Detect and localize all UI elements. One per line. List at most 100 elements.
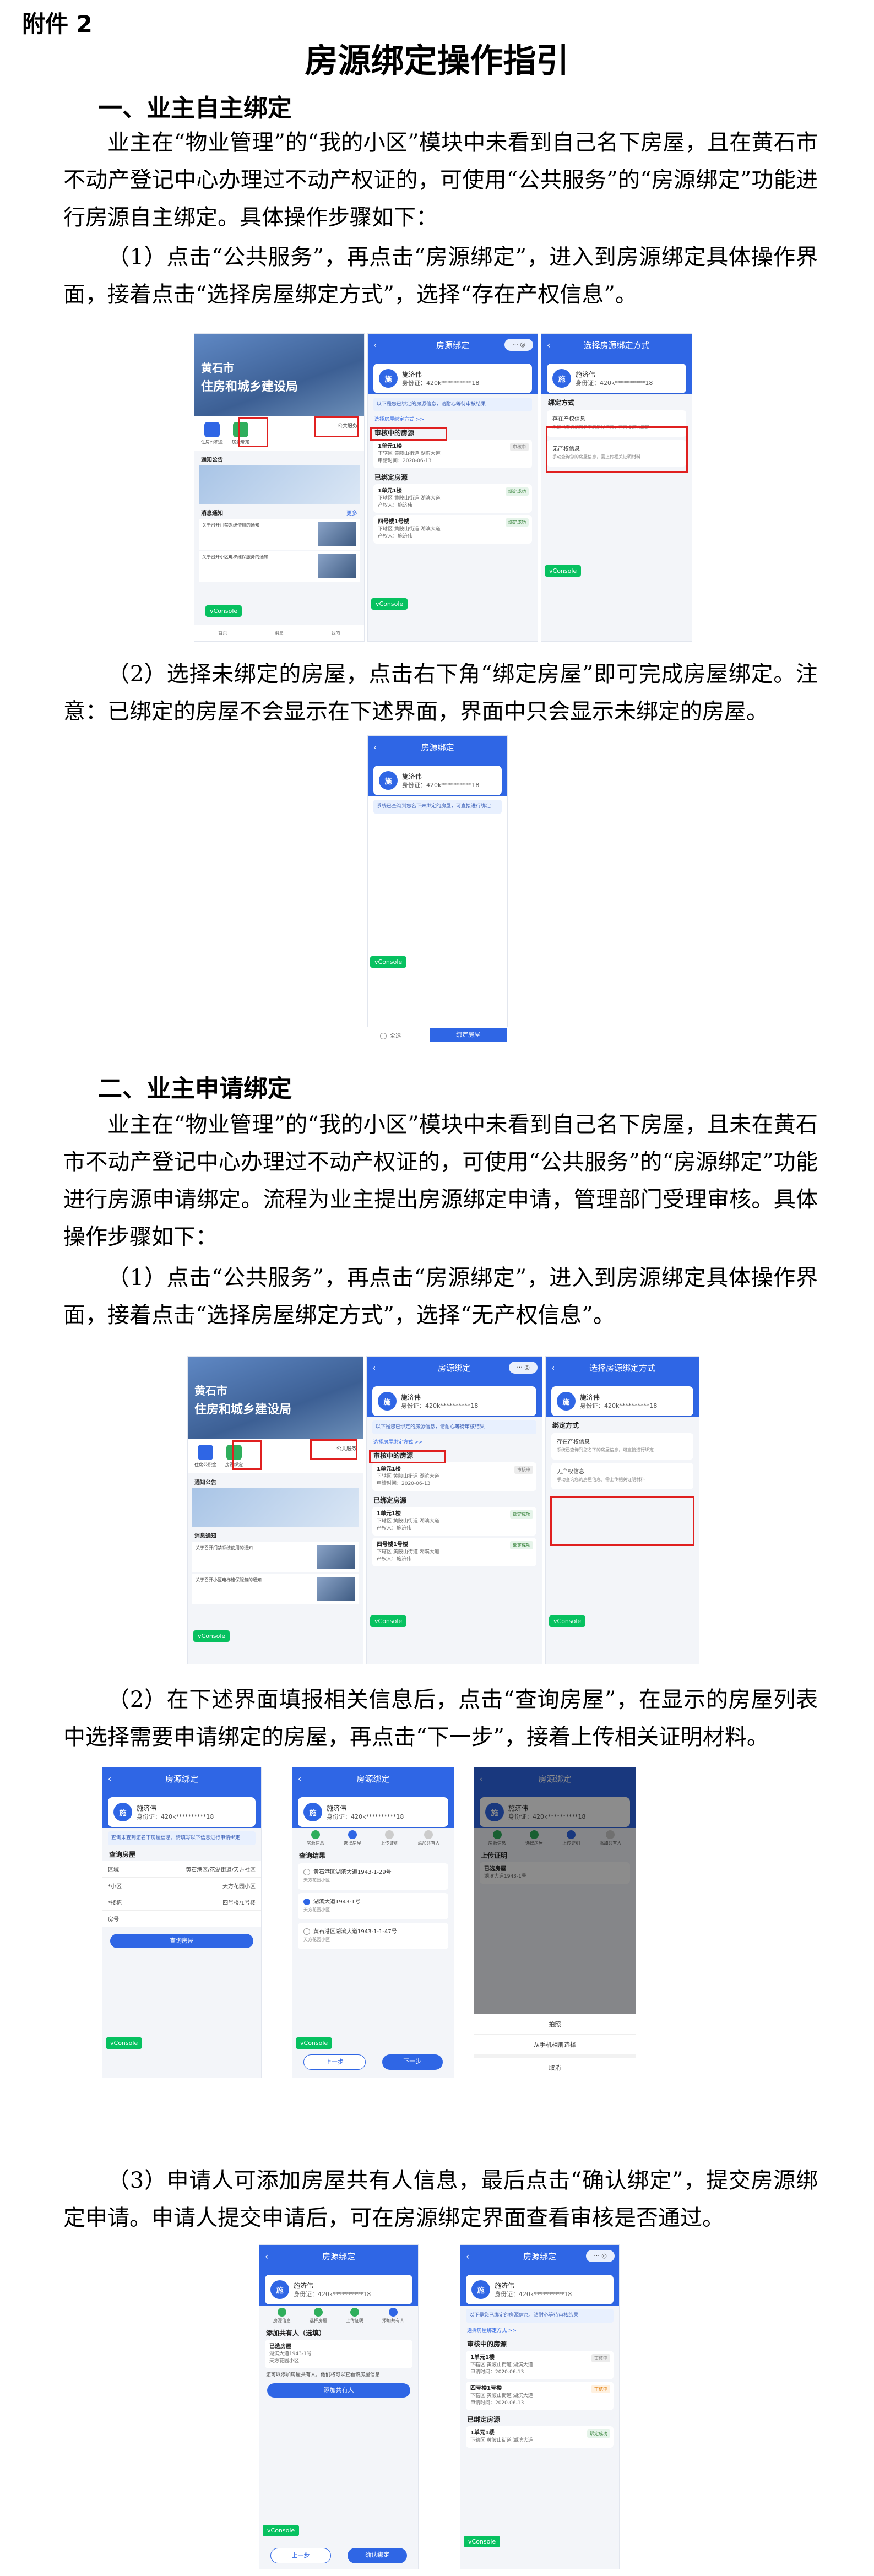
news-heading: 消息通知: [201, 511, 223, 517]
screenshot-bind-status: ‹ 房源绑定 ··· ◎ 施施济伟 身份证：420k**********18 以下是您…: [460, 2244, 620, 2569]
back-icon[interactable]: ‹: [373, 340, 377, 350]
fund-icon: [204, 422, 220, 437]
result-item[interactable]: 湖滨大道1943-1号 天方花园小区: [298, 1893, 448, 1919]
album-option[interactable]: 从手机相册选择: [474, 2034, 636, 2054]
section-1-paragraph-2: （1）点击“公共服务”，再点击“房源绑定”，进入到房源绑定具体操作界面，接着点击…: [63, 245, 818, 307]
house-row[interactable]: 四号楼1号楼 下辖区 黄陂山街道 湖滨大道 产权人：施济伟 绑定成功: [372, 1538, 536, 1566]
house-row[interactable]: 1单元1楼 下辖区 黄陂山街道 湖滨大道 申请时间：2020-06-13 审核中: [373, 440, 532, 468]
house-row[interactable]: 1单元1楼 下辖区 黄陂山街道 湖滨大道 申请时间：2020-06-13 审核中: [466, 2351, 614, 2379]
user-card: 施 施济伟 身份证：420k**********18: [373, 364, 532, 393]
cancel-option[interactable]: 取消: [474, 2054, 636, 2078]
user-name: 施济伟: [402, 370, 422, 378]
vconsole-button[interactable]: vConsole: [106, 2037, 143, 2049]
info-tip: 系统已查询到您名下未绑定的房屋，可直接进行绑定: [373, 800, 502, 814]
option-has-title[interactable]: 存在产权信息 系统已查询到您名下的房屋信息，可直接进行绑定: [551, 1433, 693, 1460]
confirm-bind-button[interactable]: 确认绑定: [348, 2548, 407, 2563]
vconsole-button[interactable]: vConsole: [370, 1615, 407, 1627]
checkbox-icon: [380, 1033, 387, 1039]
vconsole-button[interactable]: vConsole: [549, 1615, 586, 1627]
nav-title: 选择房源绑定方式: [583, 340, 650, 350]
method-heading: 绑定方式: [548, 399, 575, 406]
screenshot-home: 黄石市 住房和城乡建设局 住房公积金 房源绑定 公共服务 通知公告 消息通知 更多…: [194, 333, 365, 642]
vconsole-button[interactable]: vConsole: [193, 1630, 230, 1642]
page-title: 房源绑定操作指引: [305, 42, 569, 80]
highlight-option-no: [550, 1496, 694, 1546]
avatar: 施: [379, 771, 398, 790]
section-2-paragraph-3: （2）在下述界面填报相关信息后，点击“查询房屋”，在显示的房屋列表中选择需要申请…: [63, 1687, 818, 1750]
vconsole-button[interactable]: vConsole: [545, 565, 582, 577]
action-sheet: 拍照 从手机相册选择 取消: [474, 2014, 636, 2078]
section-2-paragraph-1: 业主在“物业管理”的“我的小区”模块中未看到自己名下房屋，且未在黄石市不动产登记…: [63, 1112, 818, 1250]
user-id: 身份证：420k**********18: [402, 379, 480, 387]
result-item[interactable]: 黄石港区湖滨大道1943-1-1-47号 天方花园小区: [298, 1923, 448, 1949]
icon-fund[interactable]: 住房公积金: [201, 422, 223, 445]
back-icon[interactable]: ‹: [373, 742, 377, 752]
section-1-paragraph-3: （2）选择未绑定的房屋，点击右下角“绑定房屋”即可完成房屋绑定。注意：已绑定的房…: [63, 661, 818, 724]
vconsole-button[interactable]: vConsole: [296, 2037, 333, 2049]
highlight-house-bind: [238, 417, 268, 447]
news-item[interactable]: 关于召开门禁系统使用的通知: [192, 1542, 359, 1572]
choose-method-link[interactable]: 选择房屋绑定方式 >>: [374, 416, 531, 424]
house-row[interactable]: 四号楼1号楼 下辖区 黄陂山街道 湖滨大道 申请时间：2020-06-13 审核中: [466, 2382, 614, 2410]
room-field[interactable]: 房号: [102, 1911, 261, 1927]
highlight-house-bind: [232, 1440, 262, 1470]
notice-heading: 通知公告: [201, 457, 223, 463]
house-row[interactable]: 1单元1楼 下辖区 黄陂山街道 湖滨大道 产权人：施济伟 绑定成功: [373, 484, 532, 513]
result-item[interactable]: 黄石港区湖滨大道1943-1-29号 天方花园小区: [298, 1863, 448, 1890]
query-house-button[interactable]: 查询房屋: [110, 1934, 253, 1948]
section-1-paragraph-1: 业主在“物业管理”的“我的小区”模块中未看到自己名下房屋，且在黄石市不动产登记中…: [63, 130, 818, 230]
avatar: 施: [552, 369, 571, 388]
tab-home[interactable]: 首页: [218, 630, 227, 636]
bound-heading: 已绑定房源: [374, 474, 408, 481]
back-icon[interactable]: ‹: [547, 340, 550, 350]
user-card: 施 施济伟 身份证：420k**********18: [547, 364, 686, 393]
option-no-title[interactable]: 无产权信息 手动查询您的房屋信息，需上传相关证明材料: [551, 1463, 693, 1489]
section-1-heading: 一、业主自主绑定: [98, 94, 292, 122]
hero-banner: 黄石市 住房和城乡建设局: [194, 334, 364, 416]
notice-banner: [199, 465, 360, 504]
icon-fund[interactable]: 住房公积金: [194, 1445, 216, 1468]
estate-field[interactable]: *小区 天方花园小区: [102, 1878, 261, 1894]
news-item[interactable]: 关于召开小区电梯维保服务的通知: [192, 1574, 359, 1604]
area-field[interactable]: 区域 黄石港区/花湖街道/天方社区: [102, 1861, 261, 1878]
vconsole-button[interactable]: vConsole: [205, 605, 242, 617]
screenshot-query-result: ‹ 房源绑定 施施济伟 身份证：420k**********18 房源信息 选择房屋…: [292, 1767, 454, 2078]
house-row[interactable]: 1单元1楼 下辖区 黄陂山街道 湖滨大道 申请时间：2020-06-13 审核中: [372, 1462, 536, 1491]
status-badge: 绑定成功: [506, 518, 529, 527]
vconsole-button[interactable]: vConsole: [371, 598, 408, 610]
fund-icon: [198, 1445, 213, 1460]
news-item[interactable]: 关于召开门禁系统使用的通知: [199, 519, 360, 550]
news-item[interactable]: 关于召开小区电梯维保服务的通知: [199, 551, 360, 582]
prev-button[interactable]: 上一步: [303, 2054, 366, 2070]
screenshot-choose-method-2: ‹ 选择房源绑定方式 施 施济伟 身份证：420k**********18 绑定方式…: [545, 1356, 699, 1664]
nav-title: 房源绑定: [421, 742, 454, 752]
highlight-choose-link: [369, 1450, 446, 1463]
prev-button[interactable]: 上一步: [270, 2548, 331, 2563]
avatar: 施: [379, 369, 398, 388]
highlight-choose-link: [370, 427, 447, 441]
choose-method-link[interactable]: 选择房屋绑定方式 >>: [373, 1439, 535, 1446]
news-thumbnail: [318, 522, 356, 546]
add-coowner-button[interactable]: 添加共有人: [267, 2383, 410, 2398]
next-button[interactable]: 下一步: [382, 2054, 443, 2070]
capsule-menu[interactable]: ··· ◎: [504, 339, 533, 351]
screenshot-query-form: ‹ 房源绑定 施施济伟 身份证：420k**********18 查询未查到您名下房…: [102, 1767, 262, 2078]
tab-message[interactable]: 消息: [275, 630, 284, 636]
bind-house-button[interactable]: 绑定房屋: [430, 1028, 507, 1042]
building-field[interactable]: *楼栋 四号楼/1号楼: [102, 1894, 261, 1911]
vconsole-button[interactable]: vConsole: [464, 2536, 501, 2547]
house-row[interactable]: 1单元1楼 下辖区 黄陂山街道 湖滨大道 产权人：施济伟 绑定成功: [372, 1507, 536, 1536]
news-thumbnail: [318, 554, 356, 578]
vconsole-button[interactable]: vConsole: [370, 956, 407, 968]
house-row[interactable]: 四号楼1号楼 下辖区 黄陂山街道 湖滨大道 产权人：施济伟 绑定成功: [373, 515, 532, 544]
info-tip: 以下是您已绑定的房源信息，请耐心等待审核结果: [373, 398, 532, 411]
highlight-public-service: [310, 1439, 357, 1460]
news-more-link[interactable]: 更多: [346, 508, 357, 517]
take-photo-option[interactable]: 拍照: [474, 2014, 636, 2034]
status-badge: 绑定成功: [506, 487, 529, 496]
tab-me[interactable]: 我的: [332, 630, 340, 636]
select-all-checkbox[interactable]: 全选: [380, 1031, 401, 1039]
nav-title: 房源绑定: [436, 340, 469, 350]
vconsole-button[interactable]: vConsole: [263, 2525, 300, 2536]
house-row[interactable]: 1单元1楼 下辖区 黄陂山街道 湖滨大道 绑定成功: [466, 2426, 614, 2448]
